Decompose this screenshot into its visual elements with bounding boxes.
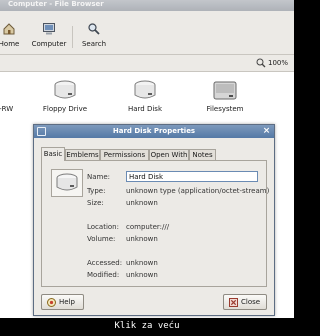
computer-icon — [42, 22, 56, 36]
location-bar: 100% — [0, 55, 294, 72]
tab-emblems[interactable]: Emblems — [65, 149, 100, 160]
hard-disk-icon[interactable] — [51, 169, 83, 197]
volume-label: Volume: — [87, 235, 116, 243]
item-label: Floppy Drive — [42, 105, 88, 113]
search-button-label: Search — [81, 40, 107, 48]
size-value: unknown — [126, 199, 158, 207]
help-icon — [47, 298, 56, 307]
window-title: Computer - File Browser — [0, 0, 294, 11]
toolbar-separator — [72, 26, 73, 48]
properties-dialog: Hard Disk Properties × Basic Emblems Per… — [33, 124, 275, 316]
name-label: Name: — [87, 173, 111, 181]
item-label: CD-RW — [0, 105, 14, 113]
tab-open-with[interactable]: Open With — [149, 149, 189, 160]
zoom-icon[interactable] — [256, 58, 266, 68]
size-label: Size: — [87, 199, 104, 207]
caption-link[interactable]: Klik za veću — [0, 318, 294, 336]
dialog-title: Hard Disk Properties — [112, 127, 196, 135]
window-menu-icon[interactable] — [37, 127, 46, 136]
modified-value: unknown — [126, 271, 158, 279]
computer-button[interactable]: Computer — [29, 16, 69, 52]
location-value: computer:/// — [126, 223, 170, 231]
accessed-label: Accessed: — [87, 259, 123, 267]
name-field[interactable] — [126, 171, 258, 182]
accessed-value: unknown — [126, 259, 158, 267]
search-icon — [87, 22, 101, 36]
type-value: unknown type (application/octet-stream) — [126, 187, 270, 195]
tab-notes[interactable]: Notes — [189, 149, 216, 160]
zoom-level[interactable]: 100% — [268, 59, 288, 67]
dialog-titlebar[interactable]: Hard Disk Properties × — [34, 125, 274, 138]
floppy-drive-item[interactable]: Floppy Drive — [40, 80, 90, 113]
close-icon[interactable]: × — [262, 127, 271, 136]
help-button-label: Help — [59, 298, 75, 306]
filesystem-item[interactable]: Filesystem — [202, 80, 248, 113]
modified-label: Modified: — [87, 271, 120, 279]
item-label: Filesystem — [206, 105, 244, 113]
search-button[interactable]: Search — [78, 16, 110, 52]
cd-drive-icon — [0, 80, 15, 102]
item-label: Hard Disk — [127, 105, 162, 113]
drive-icon — [51, 80, 79, 102]
tab-basic[interactable]: Basic — [41, 147, 65, 161]
hard-disk-item[interactable]: Hard Disk — [122, 80, 168, 113]
toolbar: Home Computer Search — [0, 11, 294, 55]
help-button[interactable]: Help — [41, 294, 84, 310]
location-label: Location: — [87, 223, 119, 231]
close-button[interactable]: Close — [223, 294, 267, 310]
hard-disk-icon — [131, 80, 159, 102]
filesystem-icon — [211, 80, 239, 102]
cd-rw-item[interactable]: CD-RW — [0, 80, 16, 113]
basic-tab-panel: Name: Type: unknown type (application/oc… — [41, 160, 270, 287]
close-button-label: Close — [241, 298, 261, 306]
home-button[interactable]: Home — [0, 16, 24, 52]
computer-button-label: Computer — [31, 40, 67, 48]
tab-permissions[interactable]: Permissions — [100, 149, 149, 160]
volume-value: unknown — [126, 235, 158, 243]
type-label: Type: — [87, 187, 106, 195]
home-icon — [2, 22, 16, 36]
close-icon — [229, 298, 238, 307]
home-button-label: Home — [0, 40, 20, 48]
